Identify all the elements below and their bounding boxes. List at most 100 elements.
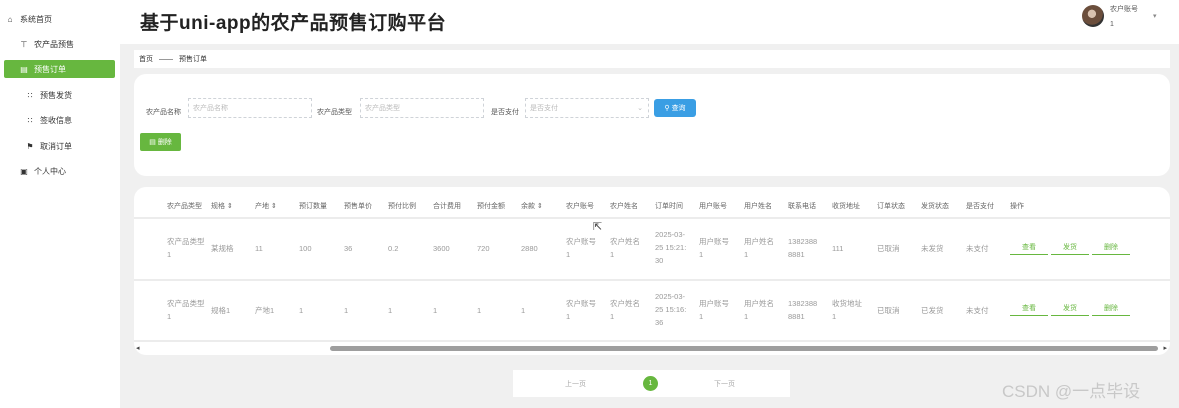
next-page-button[interactable]: 下一页: [714, 379, 735, 389]
prev-page-button[interactable]: 上一页: [565, 379, 586, 389]
cell-ratio: 0.2: [388, 244, 399, 253]
paid-status-select[interactable]: 是否支付 ⌄: [525, 98, 649, 118]
cell-farmer-name: 农户姓名1: [610, 237, 640, 259]
col-header: 订单时间: [655, 203, 683, 210]
ship-button[interactable]: 发货: [1051, 301, 1089, 316]
sidebar-item-presale-orders[interactable]: ▤ 预售订单: [4, 60, 115, 78]
cell-type: 农产品类型1: [167, 299, 205, 321]
sidebar-item-label: 系统首页: [20, 14, 52, 24]
ship-button[interactable]: 发货: [1051, 240, 1089, 255]
col-header: 农产品类型: [167, 203, 202, 210]
breadcrumb-home[interactable]: 首页: [139, 54, 153, 64]
sidebar-item-personal-center[interactable]: ▣ 个人中心: [18, 162, 129, 180]
scroll-right-icon[interactable]: ▸: [1163, 344, 1167, 352]
gift-icon: ▤: [20, 64, 28, 74]
search-button[interactable]: ⚲ 查询: [654, 99, 696, 117]
row-delete-button[interactable]: 删除: [1092, 240, 1130, 255]
divider: [134, 217, 1170, 219]
cell-order-status: 已取消: [877, 306, 900, 315]
cell-qty: 100: [299, 244, 312, 253]
id-card-icon: ▣: [20, 166, 28, 176]
col-header[interactable]: 规格 ⇕: [211, 201, 233, 211]
paid-status-placeholder: 是否支付: [530, 105, 558, 112]
delete-button[interactable]: ▤ 删除: [140, 133, 181, 151]
col-header: 发货状态: [921, 203, 949, 210]
cell-user-name: 用户姓名1: [744, 237, 774, 259]
cell-origin: 产地1: [255, 306, 275, 315]
filter-panel: 农产品名称 农产品名称 农产品类型 农产品类型 是否支付 是否支付 ⌄ ⚲ 查询…: [134, 74, 1170, 176]
horizontal-scrollbar[interactable]: ◂ ▸: [134, 344, 1170, 352]
cell-address: 收货地址1: [832, 299, 862, 321]
col-header: 是否支付: [966, 203, 994, 210]
cell-user-account: 用户账号1: [699, 237, 729, 259]
user-account-id: 1: [1110, 21, 1114, 28]
col-header: 合计费用: [433, 203, 461, 210]
sidebar-item-cancel-orders[interactable]: ⚑ 取消订单: [4, 137, 115, 155]
app-title: 基于uni-app的农产品预售订购平台: [140, 13, 447, 34]
sidebar-item-home[interactable]: ⌂ 系统首页: [4, 10, 115, 28]
divider: [134, 279, 1170, 281]
sidebar-item-label: 农产品预售: [34, 39, 74, 49]
search-button-label: 查询: [671, 105, 686, 112]
cell-paid: 未支付: [966, 244, 989, 253]
col-header: 预售单价: [344, 203, 372, 210]
row-delete-button[interactable]: 删除: [1092, 301, 1130, 316]
sidebar-item-presale-shipping[interactable]: ∷ 预售发货: [4, 86, 115, 104]
flag-icon: ⚑: [26, 141, 34, 151]
orders-table: 农产品类型 规格 ⇕ 产地 ⇕ 预订数量 预售单价 预付比例 合计费用 预付金额…: [134, 187, 1170, 355]
chevron-down-icon[interactable]: ▾: [1153, 12, 1157, 20]
sidebar-item-label: 预售订单: [34, 64, 66, 74]
cell-farmer-account: 农户账号1: [566, 299, 596, 321]
sidebar-item-label: 签收信息: [40, 115, 72, 125]
cell-origin: 11: [255, 244, 263, 253]
col-header: 农户账号: [566, 203, 594, 210]
col-header[interactable]: 产地 ⇕: [255, 201, 277, 211]
scroll-left-icon[interactable]: ◂: [136, 344, 140, 352]
cell-type: 农产品类型1: [167, 237, 205, 259]
col-header: 预付金额: [477, 203, 505, 210]
chevron-down-icon: ⌄: [637, 105, 643, 112]
sidebar-item-presale-products[interactable]: ⊤ 农产品预售: [18, 35, 115, 53]
cell-spec: 规格1: [211, 306, 231, 315]
sidebar-item-label: 取消订单: [40, 141, 72, 151]
sidebar-item-label: 预售发货: [40, 90, 72, 100]
cell-spec: 某规格: [211, 244, 234, 253]
col-header: 用户账号: [699, 203, 727, 210]
sidebar: ⌂ 系统首页 ⊤ 农产品预售 ▤ 预售订单 ∷ 预售发货 ∷ 签收信息 ⚑ 取消…: [0, 0, 120, 408]
cell-address: 111: [832, 244, 844, 253]
cell-prepay: 1: [477, 306, 482, 315]
grid-icon: ∷: [27, 90, 33, 100]
cell-price: 36: [344, 244, 353, 253]
product-type-label: 农产品类型: [317, 109, 352, 116]
cell-paid: 未支付: [966, 306, 989, 315]
grid-icon: ∷: [27, 115, 33, 125]
view-button[interactable]: 查看: [1010, 301, 1048, 316]
view-button[interactable]: 查看: [1010, 240, 1048, 255]
breadcrumb: 首页 —— 预售订单: [134, 50, 1170, 68]
page-number-current[interactable]: 1: [643, 376, 658, 391]
cell-ship-status: 未发货: [921, 244, 944, 253]
breadcrumb-separator: ——: [159, 55, 173, 63]
divider: [134, 340, 1170, 342]
product-name-input[interactable]: 农产品名称: [188, 98, 312, 118]
cell-balance: 1: [521, 306, 526, 315]
col-header: 预付比例: [388, 203, 416, 210]
user-account-label[interactable]: 农户账号: [1110, 4, 1138, 14]
cell-phone: 13823888881: [788, 237, 818, 259]
pagination: 上一页 1 下一页: [513, 370, 790, 397]
delete-button-label: 删除: [157, 139, 172, 146]
watermark: CSDN @一点毕设: [1002, 382, 1141, 401]
scrollbar-thumb[interactable]: [330, 346, 1158, 351]
col-header: 订单状态: [877, 203, 905, 210]
cell-phone: 13823888881: [788, 299, 818, 321]
product-type-input[interactable]: 农产品类型: [360, 98, 484, 118]
cell-total: 1: [433, 306, 438, 315]
cell-price: 1: [344, 306, 349, 315]
cell-ship-status: 已发货: [921, 306, 944, 315]
sidebar-item-receipt-info[interactable]: ∷ 签收信息: [4, 111, 115, 129]
col-header: 农户姓名: [610, 203, 638, 210]
col-header[interactable]: 余款 ⇕: [521, 201, 543, 211]
cell-order-time: 2025-03-25 15:21:30: [655, 230, 687, 265]
avatar[interactable]: [1082, 5, 1104, 27]
col-header: 预订数量: [299, 203, 327, 210]
